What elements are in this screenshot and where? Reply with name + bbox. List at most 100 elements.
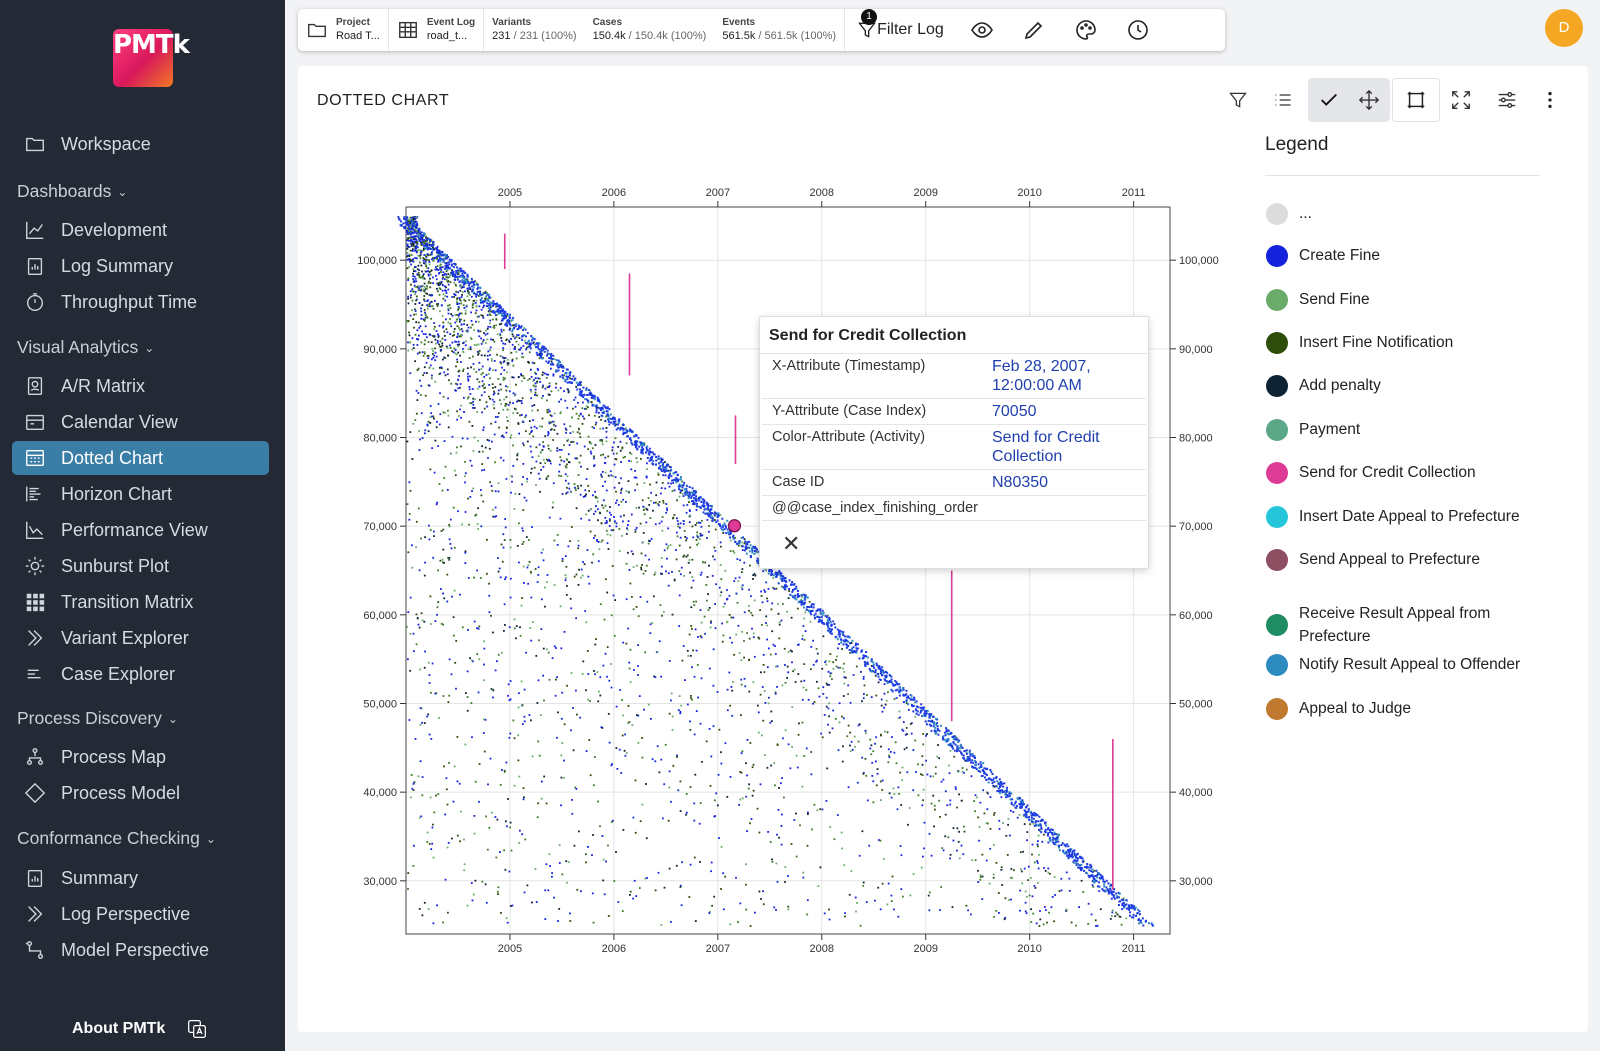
expand-icon [1452, 91, 1470, 109]
sidebar-item-label: Horizon Chart [61, 483, 173, 504]
sidebar-item-label: A/R Matrix [61, 375, 146, 396]
sidebar-item-label: Summary [61, 867, 139, 888]
sidebar-item-development[interactable]: Development [12, 213, 269, 247]
sidebar-item-summary[interactable]: Summary [12, 861, 269, 895]
pan-tool-button[interactable] [1348, 78, 1390, 122]
sidebar-item-sunburst-plot[interactable]: Sunburst Plot [12, 549, 269, 583]
list-lines-icon [27, 669, 41, 679]
nav-group-visual-analytics[interactable]: Visual Analytics ⌄ [17, 337, 154, 358]
sidebar-item-label: Dotted Chart [61, 447, 164, 468]
eye-icon [970, 22, 993, 38]
about-pmtk-link[interactable]: About PMTk [72, 1019, 207, 1039]
variants-value: 231 [492, 30, 511, 42]
variants-stat: Variants 231 / 231 (100%) [484, 9, 584, 51]
sidebar-item-log-perspective[interactable]: Log Perspective [12, 897, 269, 931]
translate-icon[interactable] [187, 1019, 207, 1039]
sidebar-item-model-perspective[interactable]: Model Perspective [12, 933, 269, 967]
nav-group-process-discovery[interactable]: Process Discovery ⌄ [17, 708, 178, 729]
filter-log-label: Filter Log [877, 21, 944, 38]
sidebar-item-throughput-time[interactable]: Throughput Time [12, 285, 269, 319]
stopwatch-icon [26, 293, 44, 311]
event-log-label: Event Log [426, 17, 476, 28]
sidebar-item-label: Performance View [61, 519, 208, 540]
variants-total: / 231 (100%) [513, 30, 577, 42]
sidebar-item-dotted-chart[interactable]: Dotted Chart [12, 441, 269, 475]
about-label: About PMTk [72, 1020, 166, 1037]
folder-icon [26, 137, 44, 152]
filter-tool-button[interactable] [1216, 78, 1260, 122]
sidebar-item-calendar-view[interactable]: Calendar View [12, 405, 269, 439]
edit-button[interactable] [1008, 9, 1060, 51]
nav-group-label: Visual Analytics [17, 337, 139, 357]
more-options-button[interactable] [1530, 78, 1570, 122]
line-chart-icon [26, 221, 44, 239]
sidebar-item-transition-matrix[interactable]: Transition Matrix [12, 585, 269, 619]
view-button[interactable] [956, 9, 1008, 51]
grid-icon [26, 593, 45, 612]
nav-group-label: Dashboards [17, 181, 112, 201]
user-avatar[interactable]: D [1545, 9, 1583, 47]
sidebar-item-label: Variant Explorer [61, 627, 189, 648]
diamond-icon [24, 782, 46, 804]
move-icon [1358, 89, 1380, 111]
sidebar-item-workspace[interactable]: Workspace [12, 127, 269, 161]
palette-button[interactable] [1060, 9, 1112, 51]
events-total: / 561.5k (100%) [758, 30, 837, 42]
horizon-bars-icon [26, 486, 41, 502]
events-value: 561.5k [722, 30, 756, 42]
sidebar-item-performance-view[interactable]: Performance View [12, 513, 269, 547]
sidebar-item-label: Model Perspective [61, 939, 210, 960]
sidebar-item-process-map[interactable]: Process Map [12, 740, 269, 774]
table-icon [398, 21, 417, 39]
nav-group-conformance-checking[interactable]: Conformance Checking ⌄ [17, 828, 216, 849]
settings-sliders-button[interactable] [1484, 78, 1530, 122]
performance-chart-icon [26, 521, 44, 539]
palette-icon [1075, 20, 1096, 40]
nav-group-dashboards[interactable]: Dashboards ⌄ [17, 181, 127, 202]
box-select-icon [1407, 91, 1425, 109]
event-log-selector[interactable]: Event Log road_t... [389, 9, 485, 51]
sidebar-item-label: Process Map [61, 746, 167, 767]
cases-label: Cases [592, 17, 623, 28]
funnel-icon [1229, 92, 1247, 108]
log-toolbar: Project Road T... Event Log road_t... Vari… [298, 9, 1225, 51]
sidebar-item-horizon-chart[interactable]: Horizon Chart [12, 477, 269, 511]
clipboard-chart-icon [27, 257, 43, 275]
events-label: Events [722, 17, 756, 28]
sun-icon [25, 556, 45, 576]
select-tool-button[interactable] [1308, 78, 1350, 122]
sidebar-item-label: Sunburst Plot [61, 555, 170, 576]
folder-icon [308, 23, 326, 38]
double-chevron-right-icon [28, 630, 43, 646]
sidebar-item-case-explorer[interactable]: Case Explorer [12, 657, 269, 691]
history-button[interactable] [1112, 9, 1164, 51]
filter-log-button[interactable]: 1 Filter Log [845, 9, 956, 51]
sidebar-item-label: Transition Matrix [61, 591, 194, 612]
list-tool-button[interactable] [1261, 78, 1305, 122]
pmtk-logo[interactable]: PMTk [113, 29, 190, 87]
cases-value: 150.4k [592, 30, 626, 42]
chevron-down-icon: ⌄ [144, 340, 155, 355]
double-chevron-right-icon [28, 906, 43, 922]
sidebar-item-process-model[interactable]: Process Model [12, 776, 269, 810]
sidebar-item-label: Workspace [61, 133, 151, 154]
list-icon [1275, 94, 1291, 106]
sidebar-item-ar-matrix[interactable]: A/R Matrix [12, 369, 269, 403]
events-stat: Events 561.5k / 561.5k (100%) [714, 9, 846, 51]
hierarchy-icon [26, 748, 44, 766]
variants-label: Variants [492, 17, 532, 28]
dotted-grid-icon [26, 449, 44, 467]
clock-icon [1127, 20, 1148, 40]
project-selector[interactable]: Project Road T... [298, 9, 389, 51]
sidebar-item-log-summary[interactable]: Log Summary [12, 249, 269, 283]
sidebar: PMTk Workspace Dashboards ⌄ Development L… [0, 0, 285, 1051]
sidebar-item-label: Case Explorer [61, 663, 176, 684]
sidebar-item-variant-explorer[interactable]: Variant Explorer [12, 621, 269, 655]
branch-icon [25, 941, 44, 959]
project-label: Project [336, 17, 370, 28]
contact-icon [27, 377, 43, 395]
box-select-button[interactable] [1392, 78, 1440, 122]
fullscreen-button[interactable] [1438, 78, 1484, 122]
panel-title: DOTTED CHART [317, 92, 450, 109]
more-vertical-icon [1548, 91, 1552, 109]
